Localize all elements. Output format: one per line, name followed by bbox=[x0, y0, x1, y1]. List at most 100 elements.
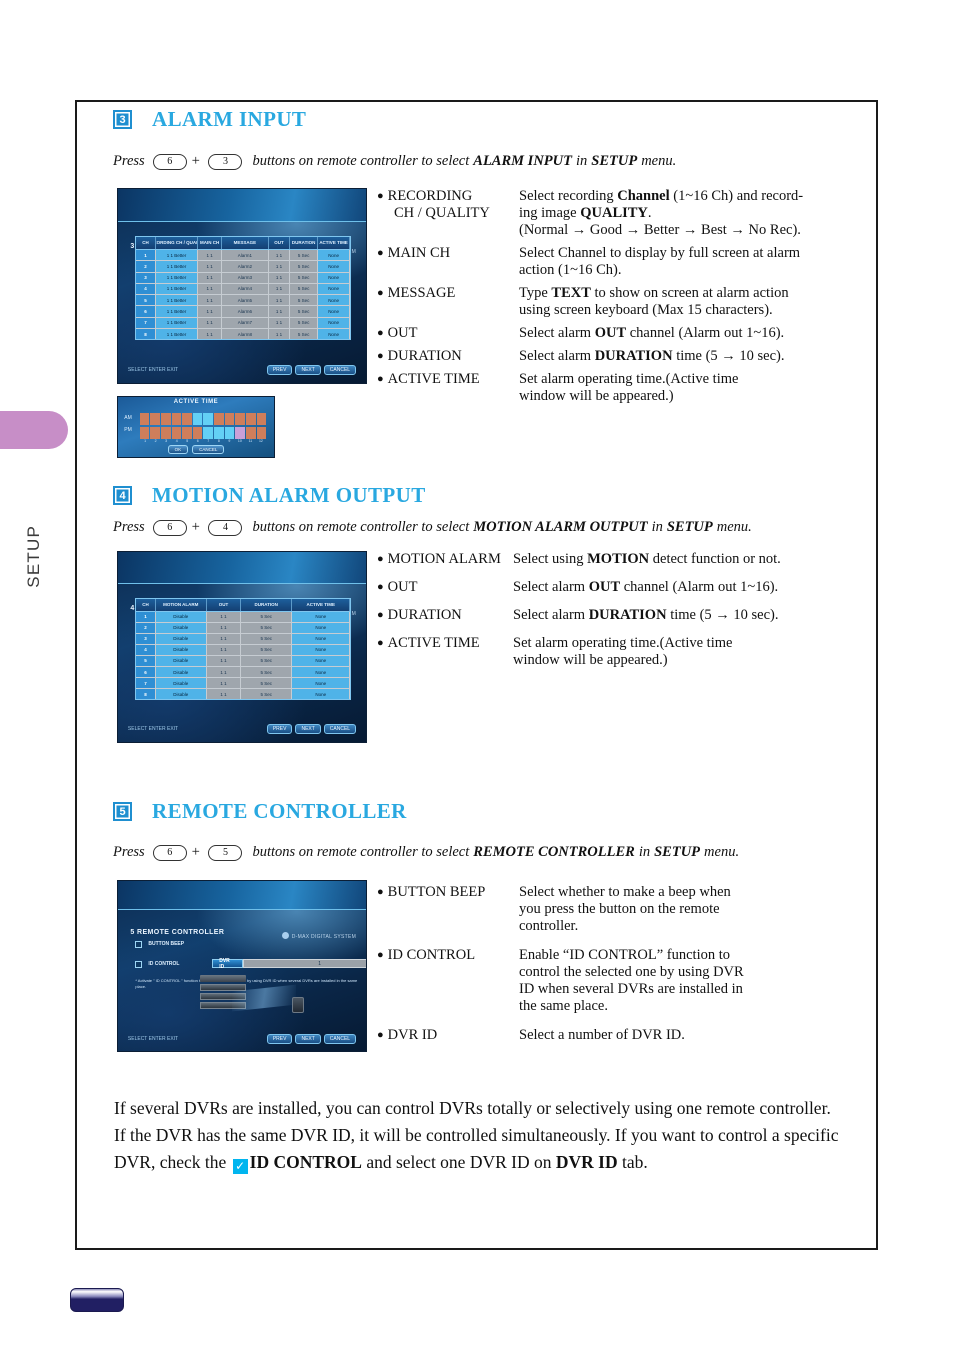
dvr-footer: SELECT ENTER EXIT PREV NEXT CANCEL bbox=[128, 724, 357, 735]
table-row[interactable]: 6 Disable 1 1 5 Sec None bbox=[136, 666, 351, 679]
checkbox-icon[interactable] bbox=[135, 960, 143, 968]
dvr-next-button[interactable]: NEXT bbox=[295, 365, 321, 376]
dvr-next-button[interactable]: NEXT bbox=[295, 1034, 321, 1045]
definition-desc: Type TEXT to show on screen at alarm act… bbox=[519, 285, 789, 318]
table-row[interactable]: 5 1 1 Better 1 1 Alarm5 1 1 5 Sec None bbox=[136, 295, 351, 307]
active-time-title: ACTIVE TIME bbox=[173, 399, 219, 406]
press-middle: buttons on remote controller to select bbox=[252, 519, 470, 535]
cell-main-ch: 1 1 bbox=[198, 249, 222, 261]
checkbox-icon[interactable] bbox=[135, 940, 143, 948]
section-number-badge: 3 bbox=[113, 110, 132, 129]
definition-term: ● ID CONTROL bbox=[377, 947, 519, 1015]
dvr-next-button[interactable]: NEXT bbox=[295, 724, 321, 735]
dvr-prev-button[interactable]: PREV bbox=[266, 724, 293, 735]
chapter-tab bbox=[0, 411, 68, 449]
table-row[interactable]: 1 1 1 Better 1 1 Alarm1 1 1 5 Sec None bbox=[136, 249, 351, 262]
remote-key-6[interactable]: 6 bbox=[152, 519, 187, 536]
cell-ch: 6 bbox=[136, 666, 156, 678]
active-time-ok-button[interactable]: OK bbox=[167, 445, 189, 454]
table-row[interactable]: 4 Disable 1 1 5 Sec None bbox=[136, 644, 351, 656]
cell-main-ch: 1 1 bbox=[198, 261, 222, 272]
definition-term: ● ACTIVE TIME bbox=[377, 371, 519, 405]
table-row[interactable]: 4 1 1 Better 1 1 Alarm4 1 1 5 Sec None bbox=[136, 283, 351, 296]
cell-out: 1 1 bbox=[269, 283, 291, 295]
press-prefix: Press bbox=[113, 153, 145, 169]
table-row[interactable]: 7 Disable 1 1 5 Sec None bbox=[136, 678, 351, 690]
cell-ch: 1 bbox=[136, 611, 156, 622]
cell-message: Alarm8 bbox=[222, 328, 269, 340]
table-row[interactable]: 6 1 1 Better 1 1 Alarm6 1 1 5 Sec None bbox=[136, 306, 351, 318]
dvr-cancel-button[interactable]: CANCEL bbox=[323, 365, 357, 376]
chapter-label: SETUP bbox=[24, 525, 43, 588]
table-row[interactable]: 3 Disable 1 1 5 Sec None bbox=[136, 633, 351, 645]
active-time-grid[interactable] bbox=[139, 412, 267, 439]
bullet-icon: ● bbox=[377, 327, 384, 339]
definition-desc: Select alarm DURATION time (5 → 10 sec). bbox=[513, 607, 779, 623]
alarm-input-table[interactable]: CH RECORDING CH / QUALITY MAIN CH MESSAG… bbox=[135, 235, 352, 341]
id-control-note: * Activate " ID CONTROL " function to co… bbox=[135, 977, 358, 989]
definition-row: ● OUT Select alarm OUT channel (Alarm out… bbox=[377, 579, 847, 596]
press-suffix: menu. bbox=[641, 153, 677, 169]
term-line: MESSAGE bbox=[387, 285, 456, 301]
dvr-titlebar bbox=[118, 552, 366, 585]
term-line: RECORDING bbox=[387, 188, 473, 204]
remote-key-3[interactable]: 3 bbox=[208, 153, 243, 170]
cell-out: 1 1 bbox=[207, 633, 242, 644]
active-time-cancel-button[interactable]: CANCEL bbox=[192, 445, 225, 454]
col-message: MESSAGE bbox=[222, 236, 269, 249]
term-line: ACTIVE TIME bbox=[387, 635, 480, 651]
remote-key-5[interactable]: 5 bbox=[208, 844, 243, 861]
alarm-input-definitions: ● RECORDING CH / QUALITY Select recording… bbox=[377, 188, 847, 411]
cell-main-ch: 1 1 bbox=[198, 306, 222, 317]
dvr-id-value[interactable]: 1 bbox=[242, 959, 366, 969]
active-time-pm-row[interactable] bbox=[139, 426, 267, 439]
definition-term: ● DURATION bbox=[377, 607, 513, 624]
table-row[interactable]: 7 1 1 Better 1 1 Alarm7 1 1 5 Sec None bbox=[136, 317, 351, 329]
cell-out: 1 1 bbox=[207, 622, 242, 633]
definition-term: ● DURATION bbox=[377, 348, 519, 365]
closing-bold-dvr-id: DVR ID bbox=[555, 1152, 618, 1172]
cell-message: Alarm3 bbox=[222, 272, 269, 283]
cell-active-time: None bbox=[292, 678, 351, 689]
table-row[interactable]: 1 Disable 1 1 5 Sec None bbox=[136, 611, 351, 623]
col-motion-alarm: MOTION ALARM bbox=[156, 598, 207, 611]
button-beep-row[interactable]: BUTTON BEEP bbox=[135, 940, 185, 948]
tick: 3 bbox=[165, 438, 168, 443]
active-time-am-row[interactable] bbox=[139, 412, 267, 425]
cell-recording: 1 1 Better bbox=[155, 317, 199, 328]
cell-duration: 5 Sec bbox=[241, 689, 293, 700]
left-sidebar: SETUP bbox=[0, 0, 124, 1350]
tick: 1 bbox=[144, 438, 147, 443]
cell-out: 1 1 bbox=[207, 678, 242, 689]
table-row[interactable]: 8 1 1 Better 1 1 Alarm8 1 1 5 Sec None bbox=[136, 328, 351, 340]
remote-key-4[interactable]: 4 bbox=[208, 519, 243, 536]
remote-key-6[interactable]: 6 bbox=[152, 844, 187, 861]
dvr-id-field[interactable]: DVR ID 1 bbox=[212, 958, 366, 970]
bullet-icon: ● bbox=[377, 350, 384, 362]
remote-controller-definitions: ● BUTTON BEEP Select whether to make a be… bbox=[377, 884, 847, 1050]
bullet-icon: ● bbox=[377, 373, 384, 385]
active-time-ticks: 1 2 3 4 5 6 7 8 9 10 11 12 bbox=[140, 439, 266, 443]
bullet-icon: ● bbox=[377, 190, 384, 202]
table-row[interactable]: 3 1 1 Better 1 1 Alarm3 1 1 5 Sec None bbox=[136, 272, 351, 284]
cell-recording: 1 1 Better bbox=[155, 261, 199, 272]
dvr-prev-button[interactable]: PREV bbox=[266, 365, 293, 376]
cell-ch: 6 bbox=[136, 306, 156, 317]
motion-alarm-table[interactable]: CH MOTION ALARM OUT DURATION ACTIVE TIME… bbox=[135, 597, 352, 701]
cell-duration: 5 Sec bbox=[241, 633, 293, 644]
dvr-key-hints: SELECT ENTER EXIT bbox=[127, 367, 179, 374]
table-row[interactable]: 2 1 1 Better 1 1 Alarm2 1 1 5 Sec None bbox=[136, 261, 351, 273]
dvr-cancel-button[interactable]: CANCEL bbox=[323, 1034, 357, 1045]
cell-motion-alarm: Disable bbox=[155, 655, 207, 666]
bullet-icon: ● bbox=[377, 581, 384, 593]
remote-key-6[interactable]: 6 bbox=[152, 153, 187, 170]
cell-out: 1 1 bbox=[269, 261, 291, 272]
id-control-row[interactable]: ID CONTROL bbox=[135, 960, 179, 968]
table-row[interactable]: 5 Disable 1 1 5 Sec None bbox=[136, 655, 351, 667]
dvr-prev-button[interactable]: PREV bbox=[266, 1034, 293, 1045]
dvr-cancel-button[interactable]: CANCEL bbox=[323, 724, 357, 735]
table-row[interactable]: 2 Disable 1 1 5 Sec None bbox=[136, 622, 351, 634]
table-row[interactable]: 8 Disable 1 1 5 Sec None bbox=[136, 689, 351, 700]
button-beep-label: BUTTON BEEP bbox=[148, 941, 185, 947]
definition-row: ● MOTION ALARM Select using MOTION detect… bbox=[377, 551, 847, 568]
